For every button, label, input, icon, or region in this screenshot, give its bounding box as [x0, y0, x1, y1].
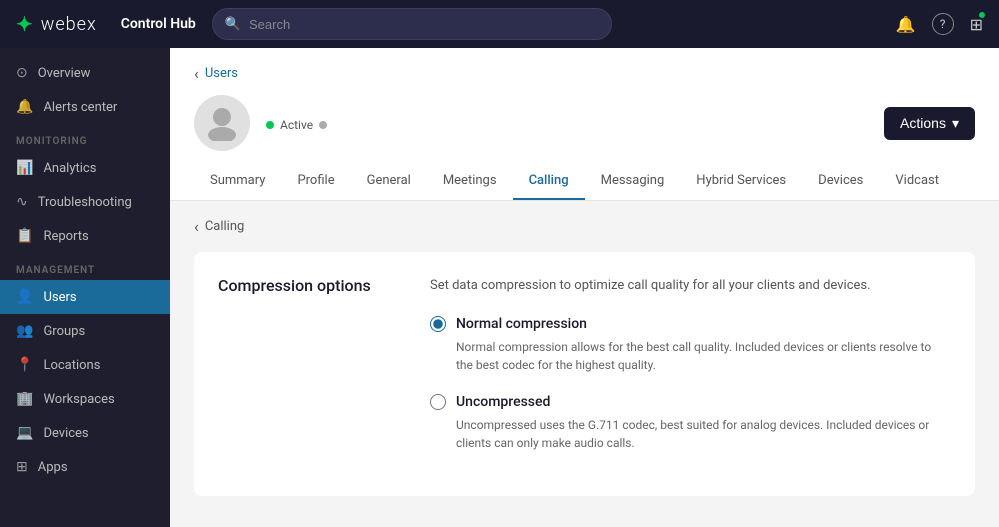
sidebar-item-workspaces[interactable]: 🏢 Workspaces — [0, 382, 170, 416]
groups-icon: 👥 — [16, 323, 33, 339]
apps-sidebar-icon: ⊞ — [16, 459, 28, 475]
calling-back-icon: ‹ — [194, 217, 199, 236]
tab-meetings[interactable]: Meetings — [427, 163, 513, 200]
radio-label-uncompressed[interactable]: Uncompressed — [430, 394, 951, 410]
reports-icon: 📋 — [16, 228, 33, 244]
sidebar-item-devices[interactable]: 💻 Devices — [0, 416, 170, 450]
alerts-icon: 🔔 — [16, 99, 33, 115]
users-icon: 👤 — [16, 289, 33, 305]
status-row: Active — [266, 118, 868, 132]
sidebar-item-users[interactable]: 👤 Users — [0, 280, 170, 314]
logo-area: ✦ webex Control Hub — [16, 12, 196, 36]
sidebar-item-troubleshooting[interactable]: ∿ Troubleshooting — [0, 185, 170, 219]
status-dot-secondary — [319, 121, 327, 129]
radio-options: Normal compression Normal compression al… — [430, 316, 951, 452]
tab-calling[interactable]: Calling — [513, 163, 585, 200]
sidebar-item-groups[interactable]: 👥 Groups — [0, 314, 170, 348]
sidebar-item-label: Users — [43, 290, 76, 305]
actions-label: Actions — [900, 115, 946, 131]
tab-profile[interactable]: Profile — [281, 163, 350, 200]
breadcrumb[interactable]: ‹ Users — [194, 64, 975, 83]
devices-icon: 💻 — [16, 425, 33, 441]
avatar — [194, 95, 250, 151]
management-label: MANAGEMENT — [0, 253, 170, 280]
app-brand: Control Hub — [121, 16, 196, 32]
radio-normal-desc: Normal compression allows for the best c… — [456, 338, 951, 374]
sidebar-item-label: Overview — [38, 66, 91, 81]
search-icon: 🔍 — [225, 17, 241, 32]
radio-option-normal: Normal compression Normal compression al… — [430, 316, 951, 374]
tab-hybrid[interactable]: Hybrid Services — [680, 163, 802, 200]
sidebar-item-label: Workspaces — [43, 392, 114, 407]
radio-uncompressed[interactable] — [430, 394, 446, 410]
compression-title: Compression options — [218, 276, 398, 296]
compression-header: Compression options Set data compression… — [218, 276, 951, 296]
actions-chevron-icon: ▾ — [952, 115, 959, 132]
help-icon[interactable]: ? — [932, 13, 954, 35]
locations-icon: 📍 — [16, 357, 33, 373]
main-layout: ⊙ Overview 🔔 Alerts center MONITORING 📊 … — [0, 48, 999, 527]
tab-devices[interactable]: Devices — [802, 163, 879, 200]
apps-icon[interactable]: ⊞ — [970, 14, 983, 35]
workspaces-icon: 🏢 — [16, 391, 33, 407]
sidebar-item-analytics[interactable]: 📊 Analytics — [0, 151, 170, 185]
sidebar-item-label: Analytics — [43, 161, 96, 176]
radio-option-uncompressed: Uncompressed Uncompressed uses the G.711… — [430, 394, 951, 452]
status-text: Active — [280, 118, 313, 132]
sidebar-item-label: Reports — [43, 229, 88, 244]
user-info-row: Active Actions ▾ — [194, 95, 975, 163]
sidebar-item-label: Locations — [43, 358, 100, 373]
sidebar-item-apps[interactable]: ⊞ Apps — [0, 450, 170, 484]
compression-desc: Set data compression to optimize call qu… — [430, 276, 871, 296]
actions-button[interactable]: Actions ▾ — [884, 107, 975, 140]
monitoring-label: MONITORING — [0, 124, 170, 151]
calling-breadcrumb-label: Calling — [205, 219, 245, 234]
sidebar-item-reports[interactable]: 📋 Reports — [0, 219, 170, 253]
user-details: Active — [266, 114, 868, 132]
sidebar-item-label: Devices — [43, 426, 88, 441]
tab-vidcast[interactable]: Vidcast — [879, 163, 955, 200]
top-nav: ✦ webex Control Hub 🔍 🔔 ? ⊞ — [0, 0, 999, 48]
app-badge — [977, 10, 987, 20]
tabs-row: Summary Profile General Meetings Calling… — [194, 163, 975, 200]
compression-card: Compression options Set data compression… — [194, 252, 975, 496]
calling-content: ‹ Calling Compression options Set data c… — [170, 201, 999, 527]
search-bar[interactable]: 🔍 — [212, 8, 612, 40]
user-header: ‹ Users Active — [170, 48, 999, 201]
sidebar-item-locations[interactable]: 📍 Locations — [0, 348, 170, 382]
sidebar-item-label: Alerts center — [43, 100, 117, 115]
sidebar-item-label: Troubleshooting — [38, 195, 132, 210]
sidebar: ⊙ Overview 🔔 Alerts center MONITORING 📊 … — [0, 48, 170, 527]
tab-summary[interactable]: Summary — [194, 163, 281, 200]
sidebar-item-label: Groups — [43, 324, 85, 339]
radio-normal[interactable] — [430, 316, 446, 332]
overview-icon: ⊙ — [16, 65, 28, 81]
calling-breadcrumb[interactable]: ‹ Calling — [194, 217, 975, 236]
analytics-icon: 📊 — [16, 160, 33, 176]
back-icon: ‹ — [194, 64, 199, 83]
logo-text: webex — [41, 14, 97, 35]
tab-general[interactable]: General — [351, 163, 427, 200]
radio-uncompressed-text: Uncompressed — [456, 394, 550, 410]
troubleshooting-icon: ∿ — [16, 194, 28, 210]
breadcrumb-link[interactable]: Users — [205, 66, 238, 81]
nav-icons: 🔔 ? ⊞ — [896, 13, 983, 35]
sidebar-item-alerts[interactable]: 🔔 Alerts center — [0, 90, 170, 124]
content-area: ‹ Users Active — [170, 48, 999, 527]
radio-normal-text: Normal compression — [456, 316, 587, 332]
sidebar-item-label: Apps — [38, 460, 68, 475]
logo-icon: ✦ — [16, 12, 33, 36]
search-input[interactable] — [249, 17, 599, 32]
radio-uncompressed-desc: Uncompressed uses the G.711 codec, best … — [456, 416, 951, 452]
radio-label-normal[interactable]: Normal compression — [430, 316, 951, 332]
status-dot-active — [266, 121, 274, 129]
bell-icon[interactable]: 🔔 — [896, 15, 916, 34]
sidebar-item-overview[interactable]: ⊙ Overview — [0, 56, 170, 90]
tab-messaging[interactable]: Messaging — [585, 163, 681, 200]
